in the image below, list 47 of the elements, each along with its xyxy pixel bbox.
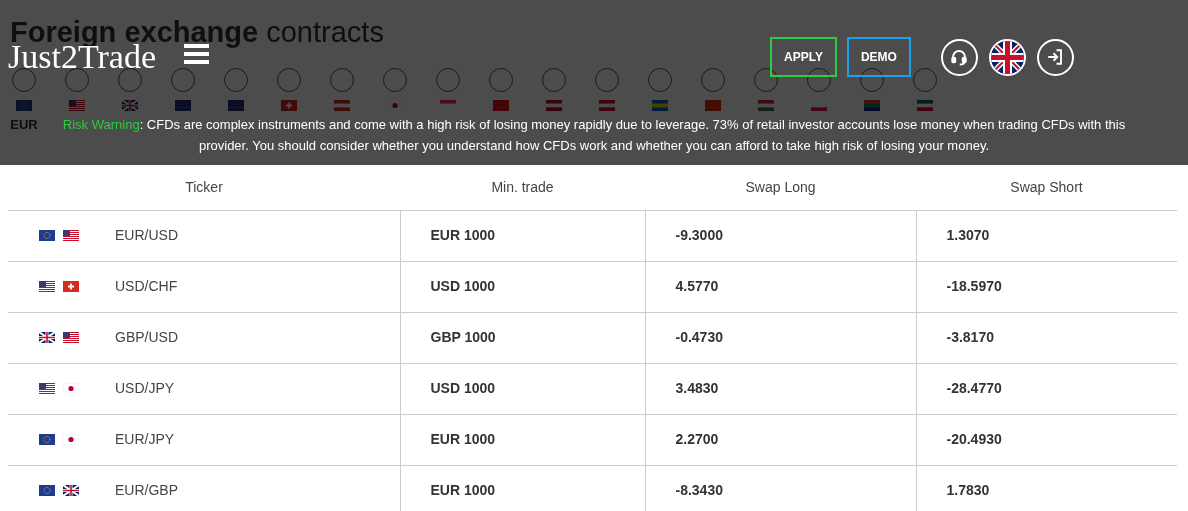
swap-short-cell: -28.4770 (916, 363, 1177, 414)
min-trade-cell: USD 1000 (400, 261, 645, 312)
flag-icon (63, 281, 79, 292)
swap-long-cell: -9.3000 (645, 210, 916, 261)
ticker-cell-text: EUR/GBP (115, 481, 178, 500)
swap-long-cell: 4.5770 (645, 261, 916, 312)
flag-icon (39, 485, 55, 496)
min-trade-cell: EUR 1000 (400, 414, 645, 465)
flag-icon (63, 485, 79, 496)
flag-icon (63, 434, 79, 445)
swap-short-cell: -18.5970 (916, 261, 1177, 312)
swap-short-cell: -3.8170 (916, 312, 1177, 363)
flag-icon (39, 332, 55, 343)
min-trade-cell: EUR 1000 (400, 465, 645, 511)
swap-short-cell: -20.4930 (916, 414, 1177, 465)
header-button[interactable]: DEMO (846, 37, 911, 77)
min-trade-cell: USD 1000 (400, 363, 645, 414)
ticker-cell-text: GBP/USD (115, 328, 178, 347)
flag-icon (39, 434, 55, 445)
column-header: Ticker (8, 165, 400, 210)
flag-icon (63, 230, 79, 241)
swap-long-cell: -0.4730 (645, 312, 916, 363)
swap-long-cell: 3.4830 (645, 363, 916, 414)
swap-long-cell: 2.2700 (645, 414, 916, 465)
ticker-cell-text: EUR/JPY (115, 430, 175, 449)
header-button[interactable]: APPLY (770, 37, 837, 77)
swap-long-cell: -8.3430 (645, 465, 916, 511)
flag-icon (63, 383, 79, 394)
flag-icon (39, 281, 55, 292)
swap-short-cell: 1.7830 (916, 465, 1177, 511)
ticker-cell-text: EUR/USD (115, 226, 178, 245)
login-icon[interactable] (1036, 38, 1074, 76)
column-header: Swap Short (916, 165, 1177, 210)
min-trade-cell: EUR 1000 (400, 210, 645, 261)
swap-short-cell: 1.3070 (916, 210, 1177, 261)
language-flag-icon[interactable] (988, 38, 1026, 76)
column-header: Swap Long (645, 165, 916, 210)
ticker-cell-text: USD/JPY (115, 379, 175, 398)
flag-icon (39, 230, 55, 241)
currency-code: EUR (10, 116, 38, 134)
support-headset-icon[interactable] (940, 38, 978, 76)
column-header: Min. trade (400, 165, 645, 210)
risk-warning: Risk Warning: CFDs are complex instruments and come with a high risk of losing money rapidly due to leverage. 73% of retail investor accounts lose money when trading CFDs with this provider. You should consider whether you understand how CFDs work and whether you can afford to take high risk of losing your money. (61, 116, 1127, 155)
flag-icon (63, 332, 79, 343)
ticker-cell-text: USD/CHF (115, 277, 178, 296)
flag-icon (39, 383, 55, 394)
min-trade-cell: GBP 1000 (400, 312, 645, 363)
